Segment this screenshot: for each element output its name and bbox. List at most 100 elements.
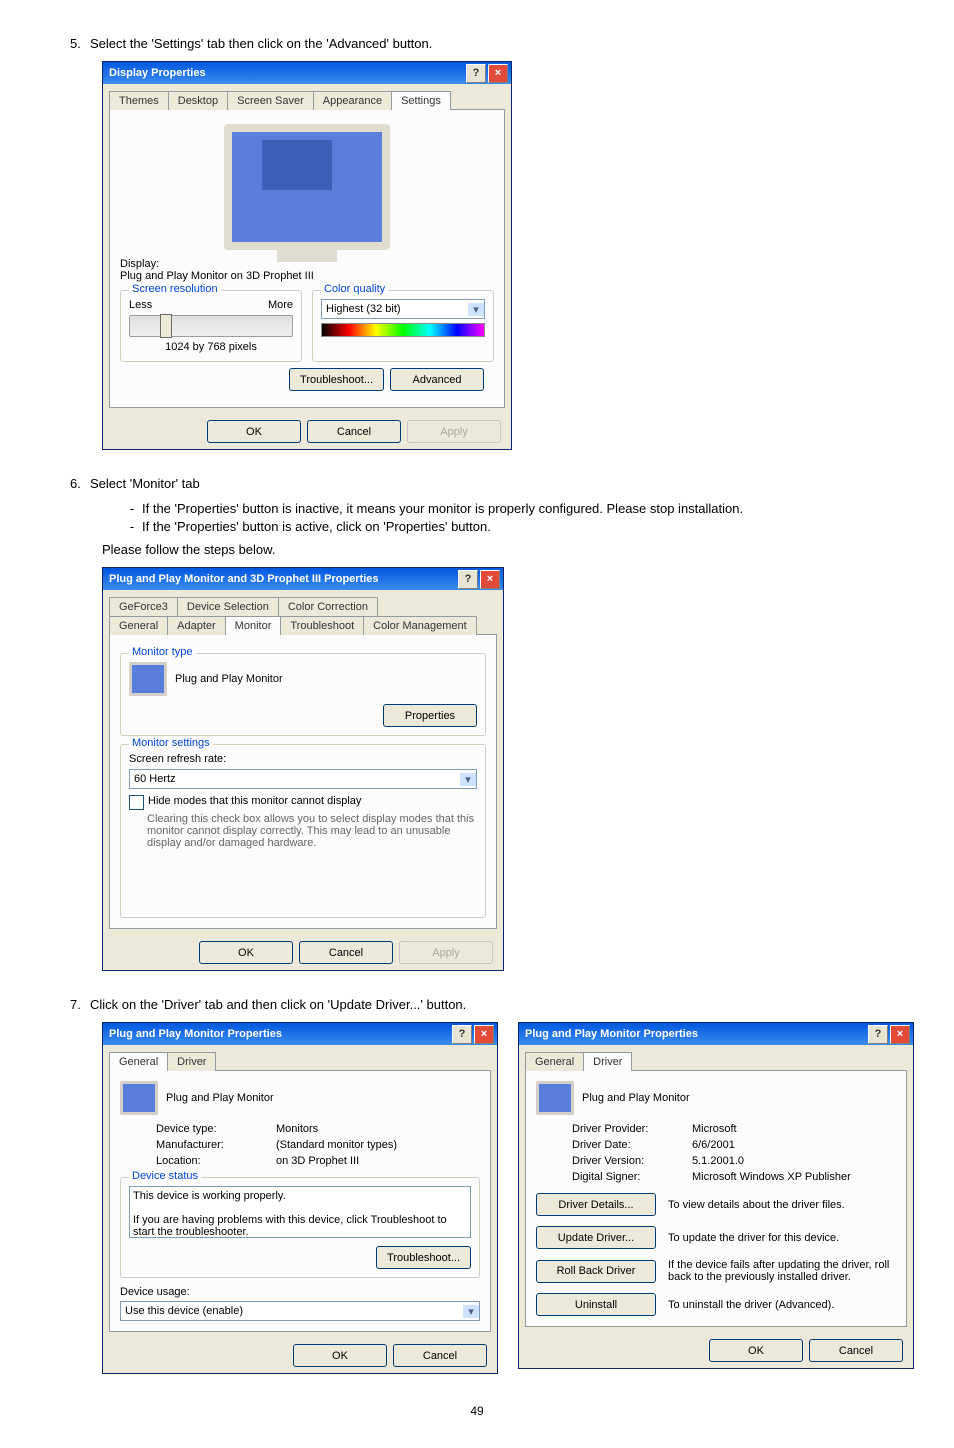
tab-driver[interactable]: Driver [167, 1052, 216, 1071]
hide-modes-label: Hide modes that this monitor cannot disp… [148, 795, 361, 807]
tab-general[interactable]: General [525, 1052, 584, 1071]
device-type-label: Device type: [156, 1123, 266, 1135]
tab-screensaver[interactable]: Screen Saver [227, 91, 314, 110]
ok-button[interactable]: OK [709, 1339, 803, 1362]
help-icon[interactable]: ? [466, 64, 486, 83]
step-6a: -If the 'Properties' button is inactive,… [122, 501, 914, 516]
refresh-rate-select[interactable]: 60 Hertz▾ [129, 769, 477, 789]
ok-button[interactable]: OK [207, 420, 301, 443]
resolution-value: 1024 by 768 pixels [129, 341, 293, 353]
tab-desktop[interactable]: Desktop [168, 91, 228, 110]
ok-button[interactable]: OK [199, 941, 293, 964]
display-name: Plug and Play Monitor on 3D Prophet III [120, 270, 494, 282]
monitor-icon [129, 662, 167, 696]
uninstall-button[interactable]: Uninstall [536, 1293, 656, 1316]
titlebar[interactable]: Plug and Play Monitor Properties ? × [103, 1023, 497, 1045]
monitor-name: Plug and Play Monitor [166, 1092, 274, 1104]
title-text: Plug and Play Monitor Properties [109, 1028, 282, 1040]
location-label: Location: [156, 1155, 266, 1167]
step-6: 6.Select 'Monitor' tab [70, 476, 914, 491]
tab-driver[interactable]: Driver [583, 1052, 632, 1071]
update-driver-desc: To update the driver for this device. [668, 1232, 896, 1244]
step-6c: Please follow the steps below. [102, 542, 914, 557]
driver-date-value: 6/6/2001 [692, 1139, 896, 1151]
title-text: Display Properties [109, 67, 206, 79]
step-7: 7.Click on the 'Driver' tab and then cli… [70, 997, 914, 1012]
driver-version-value: 5.1.2001.0 [692, 1155, 896, 1167]
advanced-button[interactable]: Advanced [390, 368, 484, 391]
cancel-button[interactable]: Cancel [307, 420, 401, 443]
more-label: More [268, 299, 293, 311]
dialog-pnp-general: Plug and Play Monitor Properties ? × Gen… [102, 1022, 498, 1374]
properties-button[interactable]: Properties [383, 704, 477, 727]
device-status-label: Device status [129, 1170, 201, 1182]
close-icon[interactable]: × [488, 64, 508, 83]
tab-settings[interactable]: Settings [391, 91, 451, 110]
help-icon[interactable]: ? [458, 570, 478, 589]
tab-general[interactable]: General [109, 616, 168, 635]
close-icon[interactable]: × [890, 1025, 910, 1044]
driver-version-label: Driver Version: [572, 1155, 682, 1167]
tab-device-selection[interactable]: Device Selection [177, 597, 279, 616]
tab-monitor[interactable]: Monitor [225, 616, 282, 635]
tab-geforce3[interactable]: GeForce3 [109, 597, 178, 616]
color-quality-select[interactable]: Highest (32 bit)▾ [321, 299, 485, 319]
step-6b: -If the 'Properties' button is active, c… [122, 519, 914, 534]
tab-troubleshoot[interactable]: Troubleshoot [280, 616, 364, 635]
help-icon[interactable]: ? [868, 1025, 888, 1044]
digital-signer-value: Microsoft Windows XP Publisher [692, 1171, 896, 1183]
cancel-button[interactable]: Cancel [809, 1339, 903, 1362]
title-text: Plug and Play Monitor Properties [525, 1028, 698, 1040]
tab-color-correction[interactable]: Color Correction [278, 597, 378, 616]
titlebar[interactable]: Plug and Play Monitor Properties ? × [519, 1023, 913, 1045]
tab-color-management[interactable]: Color Management [363, 616, 477, 635]
titlebar[interactable]: Plug and Play Monitor and 3D Prophet III… [103, 568, 503, 590]
monitor-icon [536, 1081, 574, 1115]
refresh-rate-label: Screen refresh rate: [129, 753, 477, 765]
tab-themes[interactable]: Themes [109, 91, 169, 110]
title-text: Plug and Play Monitor and 3D Prophet III… [109, 573, 379, 585]
dialog-monitor-properties: Plug and Play Monitor and 3D Prophet III… [102, 567, 504, 971]
monitor-icon [120, 1081, 158, 1115]
apply-button: Apply [399, 941, 493, 964]
monitor-type-label: Monitor type [129, 646, 196, 658]
chevron-down-icon: ▾ [460, 773, 476, 786]
device-usage-select[interactable]: Use this device (enable)▾ [120, 1301, 480, 1321]
help-icon[interactable]: ? [452, 1025, 472, 1044]
device-usage-label: Device usage: [120, 1286, 480, 1298]
apply-button: Apply [407, 420, 501, 443]
device-status-text[interactable]: This device is working properly. If you … [129, 1186, 471, 1238]
rollback-driver-button[interactable]: Roll Back Driver [536, 1260, 656, 1283]
device-type-value: Monitors [276, 1123, 480, 1135]
resolution-slider[interactable] [129, 315, 293, 337]
tab-adapter[interactable]: Adapter [167, 616, 226, 635]
tab-appearance[interactable]: Appearance [313, 91, 392, 110]
close-icon[interactable]: × [480, 570, 500, 589]
troubleshoot-button[interactable]: Troubleshoot... [289, 368, 384, 391]
tab-general[interactable]: General [109, 1052, 168, 1071]
driver-details-button[interactable]: Driver Details... [536, 1193, 656, 1216]
cancel-button[interactable]: Cancel [393, 1344, 487, 1367]
chevron-down-icon: ▾ [463, 1305, 479, 1318]
titlebar[interactable]: Display Properties ? × [103, 62, 511, 84]
dialog-display-properties: Display Properties ? × Themes Desktop Sc… [102, 61, 512, 450]
screen-resolution-label: Screen resolution [129, 283, 221, 295]
color-bar [321, 323, 485, 337]
digital-signer-label: Digital Signer: [572, 1171, 682, 1183]
driver-provider-label: Driver Provider: [572, 1123, 682, 1135]
close-icon[interactable]: × [474, 1025, 494, 1044]
manufacturer-value: (Standard monitor types) [276, 1139, 480, 1151]
cancel-button[interactable]: Cancel [299, 941, 393, 964]
tab-strip: Themes Desktop Screen Saver Appearance S… [109, 90, 505, 109]
manufacturer-label: Manufacturer: [156, 1139, 266, 1151]
dialog-pnp-driver: Plug and Play Monitor Properties ? × Gen… [518, 1022, 914, 1369]
troubleshoot-button[interactable]: Troubleshoot... [376, 1246, 471, 1269]
update-driver-button[interactable]: Update Driver... [536, 1226, 656, 1249]
driver-date-label: Driver Date: [572, 1139, 682, 1151]
ok-button[interactable]: OK [293, 1344, 387, 1367]
step-5: 5.Select the 'Settings' tab then click o… [70, 36, 914, 51]
monitor-name: Plug and Play Monitor [175, 673, 283, 685]
driver-details-desc: To view details about the driver files. [668, 1199, 896, 1211]
less-label: Less [129, 299, 152, 311]
hide-modes-checkbox[interactable]: Hide modes that this monitor cannot disp… [129, 795, 477, 810]
